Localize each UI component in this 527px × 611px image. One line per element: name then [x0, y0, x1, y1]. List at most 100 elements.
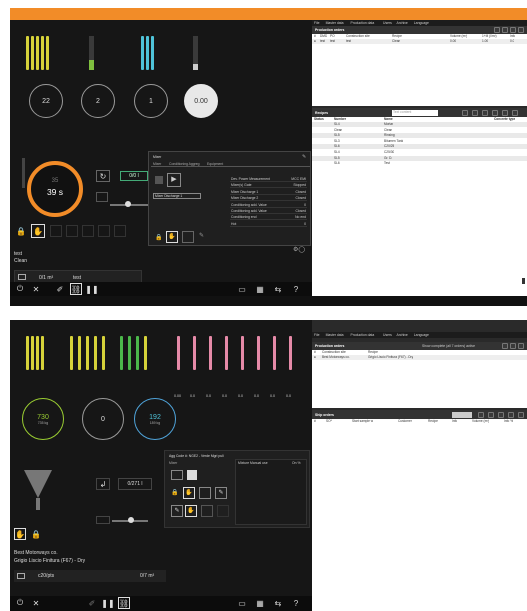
list-item[interactable]: SL5 Rinsing: [312, 133, 527, 139]
arrows-icon[interactable]: ⇆: [272, 283, 284, 295]
bottom-edit-icon[interactable]: [510, 343, 516, 349]
dialog-wrench-icon[interactable]: ✎: [199, 232, 204, 239]
menu-item[interactable]: Production data: [351, 21, 375, 26]
mixer-timer[interactable]: 35 39 s: [27, 161, 83, 217]
bottom-lock-icon[interactable]: 🔒: [30, 528, 42, 540]
show-complete-checkbox[interactable]: Show complete (all 7 orders) active: [422, 344, 475, 348]
dialog-lock-icon[interactable]: 🔒: [155, 234, 162, 241]
recipe-lock-icon[interactable]: 🔒: [171, 489, 178, 496]
eraser-icon[interactable]: ✐: [86, 597, 98, 609]
arrows-icon[interactable]: ⇆: [272, 597, 284, 609]
bottom-slider-handle[interactable]: [128, 517, 134, 523]
play-icon[interactable]: ▶: [167, 173, 181, 187]
tool-slot-5[interactable]: [114, 225, 126, 237]
list-item[interactable]: SL4 C25/30: [312, 150, 527, 155]
power-icon[interactable]: ⏻: [14, 283, 26, 295]
gauge-aggregate[interactable]: 730 735 kg: [22, 398, 64, 440]
ship-tool-3-icon[interactable]: [498, 411, 504, 418]
bottom-manual-icon[interactable]: ✋: [14, 528, 26, 540]
refresh-icon[interactable]: [494, 27, 500, 33]
tool-slot-4[interactable]: [98, 225, 110, 237]
recipe-tool-4-icon[interactable]: [492, 109, 498, 116]
screen-icon[interactable]: ▭: [236, 597, 248, 609]
link-icon[interactable]: ⛓: [118, 597, 130, 609]
bottom-add-icon[interactable]: [502, 343, 508, 349]
bottom-delete-icon[interactable]: [518, 343, 524, 349]
ship-tool-1-icon[interactable]: [478, 411, 484, 418]
grid-icon[interactable]: ▦: [254, 597, 266, 609]
delete-order-icon[interactable]: [518, 27, 524, 33]
menu-item[interactable]: Master data: [326, 333, 344, 338]
scroll-marker[interactable]: [522, 278, 525, 284]
gauge-water[interactable]: 0: [82, 398, 124, 440]
ship-tool-4-icon[interactable]: [508, 411, 514, 418]
menu-item[interactable]: Language: [414, 21, 429, 26]
table-row[interactable]: ● Best Motorways co. Grigio Liscio Finit…: [312, 355, 527, 360]
help-icon[interactable]: ?: [290, 283, 302, 295]
recipe-tool-5-icon[interactable]: [502, 109, 508, 116]
recipe-tool-icon[interactable]: ✎: [215, 487, 227, 499]
menu-item[interactable]: Users: [383, 21, 392, 26]
close-icon[interactable]: ✕: [30, 597, 42, 609]
slider-handle[interactable]: [125, 201, 131, 207]
list-item[interactable]: SL6 C20/25: [312, 144, 527, 150]
add-icon[interactable]: [502, 27, 508, 33]
eraser-icon[interactable]: ✐: [54, 283, 66, 295]
menu-item[interactable]: Master data: [326, 21, 344, 26]
recipe-hand-icon[interactable]: ✋: [183, 487, 195, 499]
discharge-arrow-icon[interactable]: ↲: [96, 478, 110, 490]
recipe-mixer-icon[interactable]: [199, 487, 211, 499]
discharge-select[interactable]: Mixer Discharge 1: [153, 193, 201, 199]
weigher-additive[interactable]: 0.00: [184, 84, 218, 118]
edit-order-icon[interactable]: [510, 27, 516, 33]
menu-item[interactable]: Archive: [397, 21, 408, 26]
recipe-tool-6-icon[interactable]: [512, 109, 518, 116]
recipe-hand2-icon[interactable]: ✋: [185, 505, 197, 517]
menu-item[interactable]: Archive: [397, 333, 408, 338]
ship-tool-2-icon[interactable]: [488, 411, 494, 418]
weigher-water[interactable]: 2: [81, 84, 115, 118]
list-item[interactable]: SL6 Test: [312, 161, 527, 167]
settings-icons[interactable]: ⚙◯: [293, 246, 309, 254]
menu-item[interactable]: File: [314, 333, 319, 338]
tool-slot-2[interactable]: [66, 225, 78, 237]
recipe-tool-3-icon[interactable]: [482, 109, 488, 116]
recipe-truck-icon[interactable]: [201, 505, 213, 517]
stop-square-icon[interactable]: [187, 470, 197, 480]
recipe-tool-1-icon[interactable]: [462, 109, 468, 116]
recipe-pen-icon[interactable]: ✎: [171, 505, 183, 517]
stop-icon[interactable]: [155, 176, 163, 184]
screen-icon[interactable]: ▭: [236, 283, 248, 295]
menu-item[interactable]: Language: [414, 333, 429, 338]
ship-tool-5-icon[interactable]: [518, 411, 524, 418]
list-item[interactable]: SL3 Bitumen Tank: [312, 138, 527, 144]
close-icon[interactable]: ✕: [30, 283, 42, 295]
link-icon[interactable]: ⛓: [70, 283, 82, 295]
menu-item[interactable]: Users: [383, 333, 392, 338]
dialog-hand-icon[interactable]: ✋: [166, 231, 178, 243]
dialog-mixer-icon[interactable]: [182, 231, 194, 243]
weigher-aggregate[interactable]: 22: [29, 84, 63, 118]
menu-item[interactable]: File: [314, 21, 319, 26]
help-icon[interactable]: ?: [290, 597, 302, 609]
tool-slot-1[interactable]: [50, 225, 62, 237]
power-icon[interactable]: ⏻: [14, 597, 26, 609]
pause-icon[interactable]: ❚❚: [85, 283, 98, 295]
tool-slot-3[interactable]: [82, 225, 94, 237]
edit-icon[interactable]: ✎: [302, 154, 307, 160]
gauge-cement[interactable]: 192 189 kg: [134, 398, 176, 440]
manual-hand-icon[interactable]: ✋: [31, 224, 45, 238]
rotate-icon[interactable]: ↻: [96, 170, 110, 182]
weigher-cement[interactable]: 1: [134, 84, 168, 118]
table-row[interactable]: ● test test test Clean 0.00 1.00 0.0: [312, 39, 527, 44]
list-item[interactable]: SL5 Gr. D.: [312, 155, 527, 161]
list-item[interactable]: Clean Clean: [312, 127, 527, 133]
envelope-icon[interactable]: [171, 470, 183, 480]
pause-icon[interactable]: ❚❚: [101, 597, 114, 609]
list-item[interactable]: SL4 Mortar: [312, 122, 527, 127]
recipe-tool-2-icon[interactable]: [472, 109, 478, 116]
menu-item[interactable]: Production data: [351, 333, 375, 338]
recipe-extra-icon[interactable]: [217, 505, 229, 517]
grid-icon[interactable]: ▦: [254, 283, 266, 295]
lock-icon[interactable]: 🔒: [15, 225, 27, 237]
